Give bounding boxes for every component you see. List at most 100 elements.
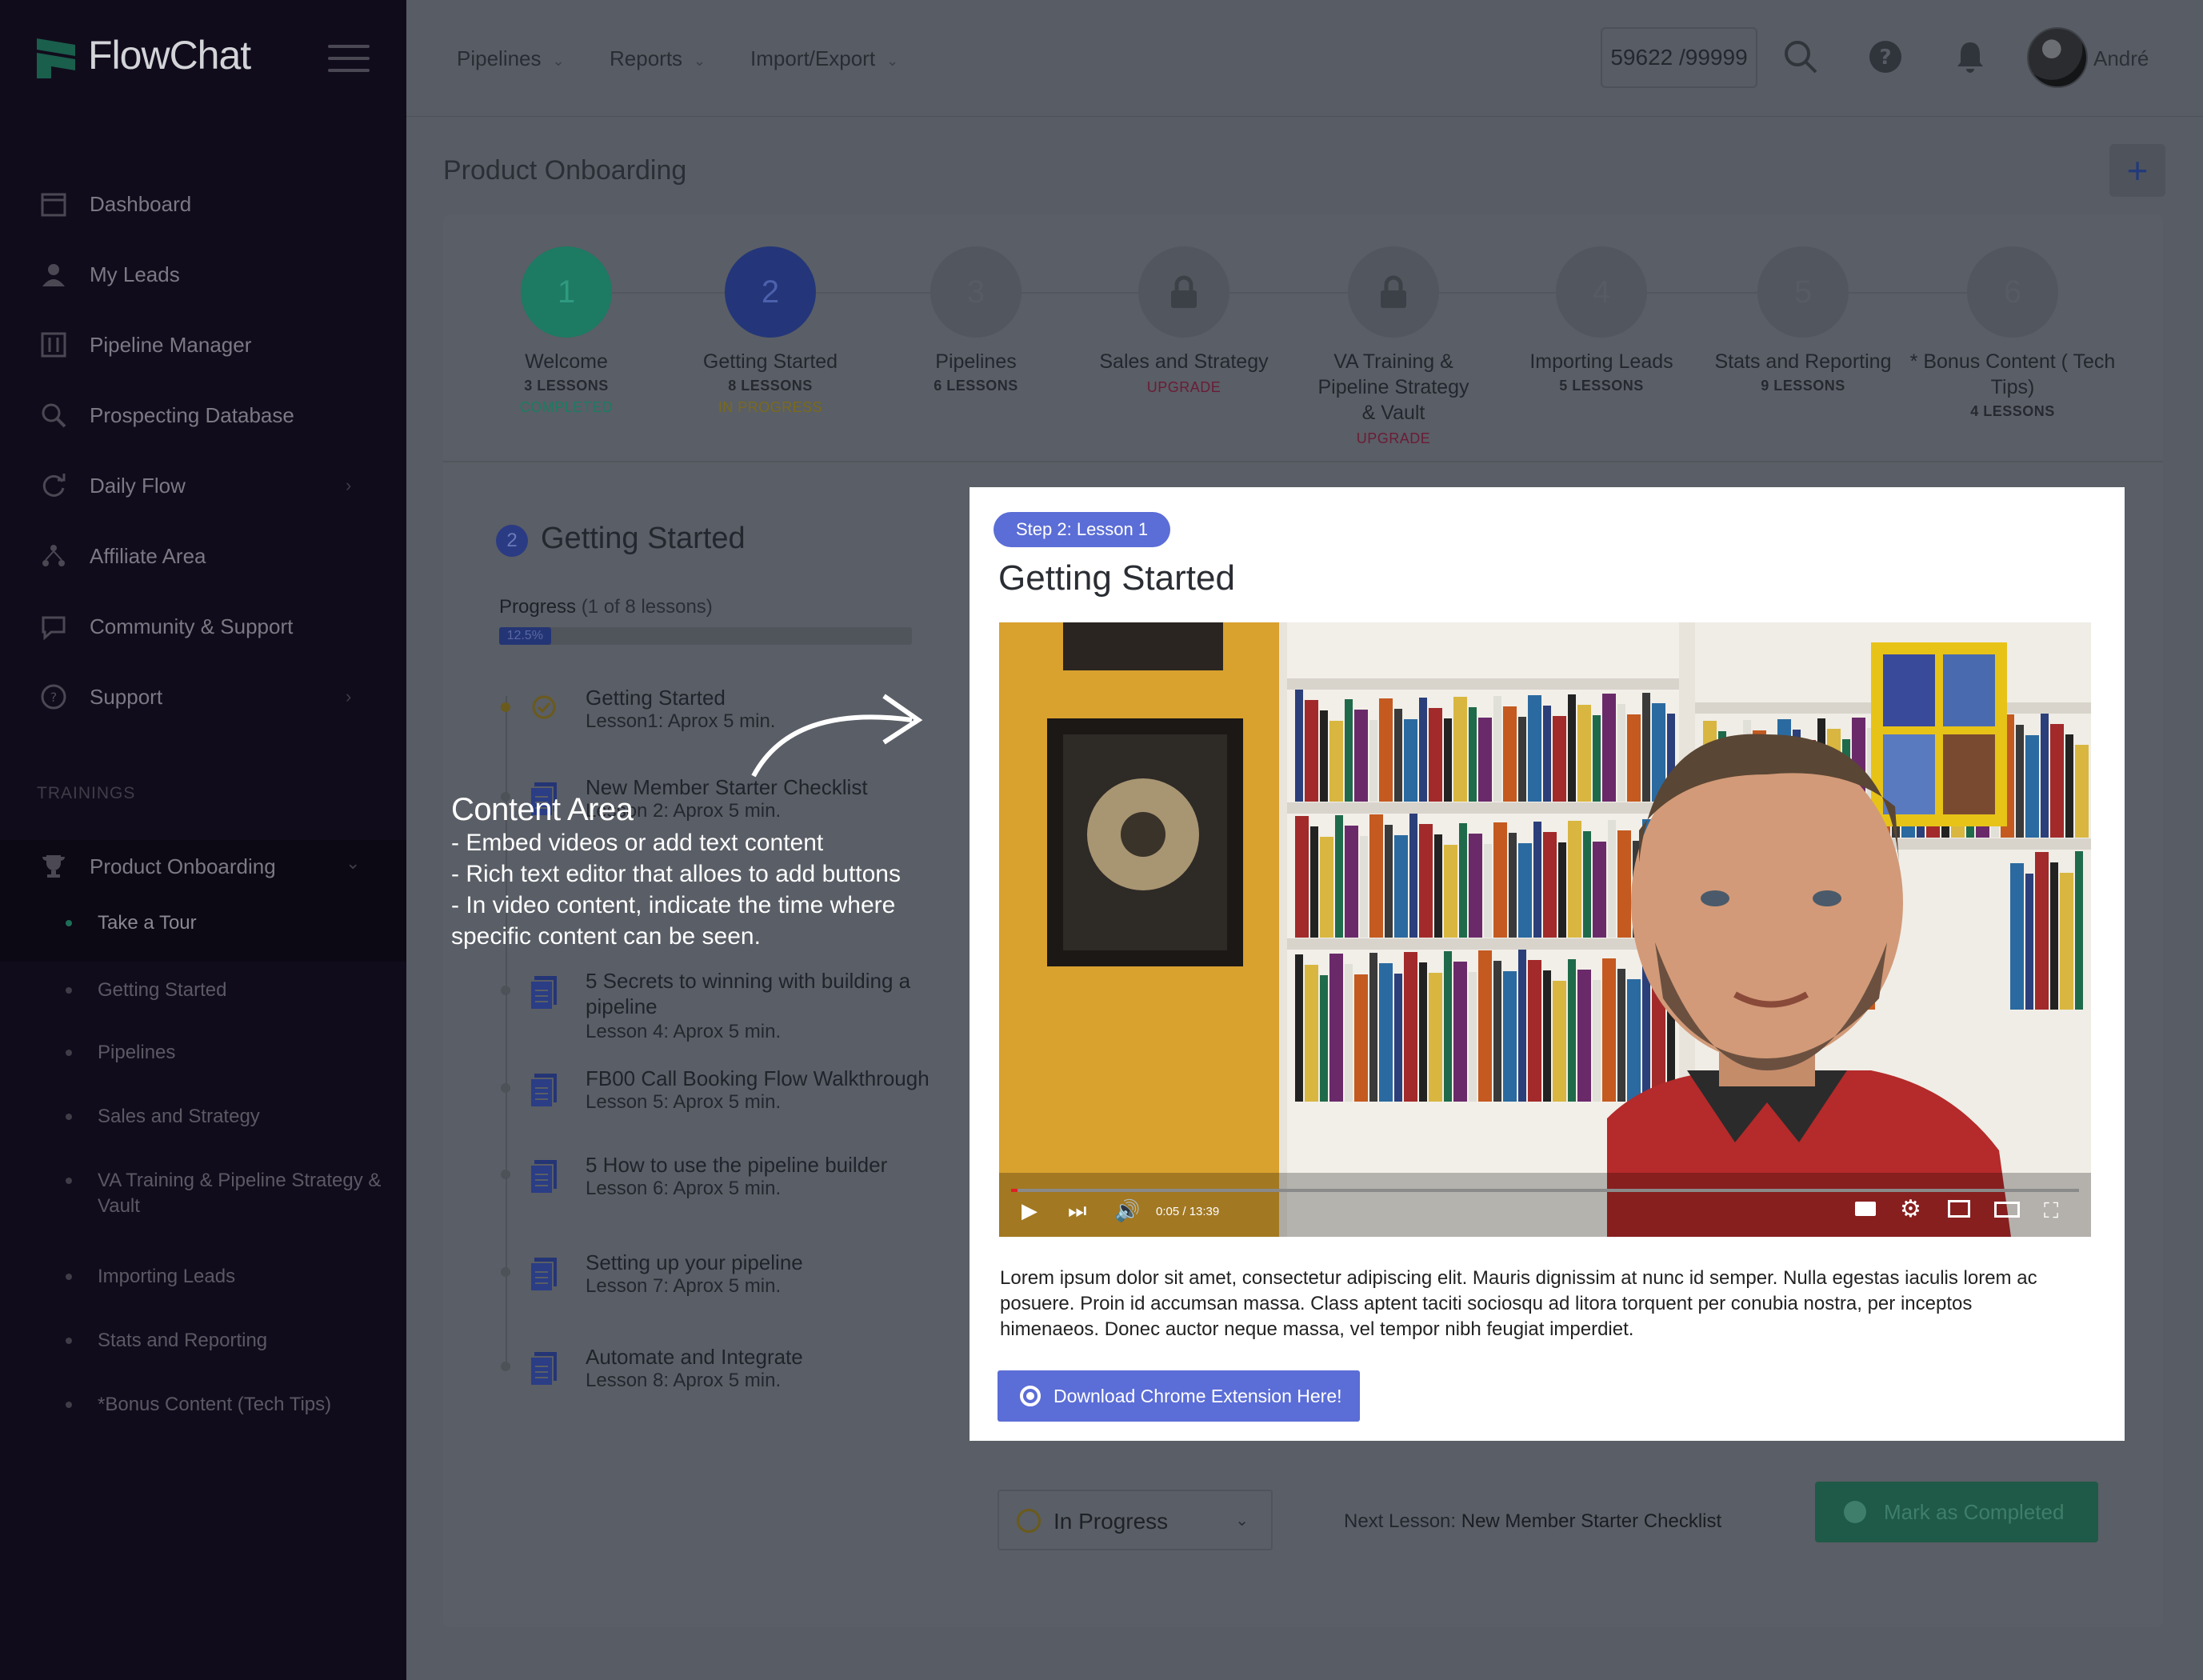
lesson-item[interactable]: 5 How to use the pipeline builder Lesson …	[528, 1152, 976, 1216]
lesson-status-select[interactable]: In Progress ⌄	[998, 1490, 1273, 1550]
sidebar-subitem[interactable]: Stats and Reporting	[0, 1328, 406, 1355]
button-label: Mark as Completed	[1884, 1499, 2065, 1524]
lesson-item[interactable]: 5 Secrets to winning with building a pip…	[528, 968, 976, 1042]
timeline-dot	[501, 1083, 510, 1093]
bell-icon[interactable]	[1952, 38, 1989, 75]
sidebar-item-dashboard[interactable]: Dashboard	[0, 179, 406, 227]
lesson-item[interactable]: FB00 Call Booking Flow Walkthrough Lesson…	[528, 1066, 976, 1130]
lesson-item[interactable]: Automate and Integrate Lesson 8: Aprox 5 …	[528, 1344, 976, 1408]
step-7[interactable]: 5 Stats and Reporting 9 LESSONS	[1699, 246, 1907, 394]
menu-import-export[interactable]: Import/Export ⌄	[750, 46, 898, 71]
sidebar-item-affiliate-area[interactable]: Affiliate Area	[0, 531, 406, 579]
play-icon[interactable]: ▶	[1022, 1198, 1038, 1223]
add-button[interactable]: +	[2109, 144, 2165, 197]
settings-icon[interactable]: ⚙	[1900, 1195, 1921, 1223]
sidebar-subitem[interactable]: Importing Leads	[0, 1264, 406, 1291]
next-label: Next Lesson:	[1344, 1510, 1457, 1532]
step-3[interactable]: 3 Pipelines 6 LESSONS	[872, 246, 1080, 394]
step-8[interactable]: 6 * Bonus Content ( Tech Tips) 4 LESSONS	[1909, 246, 2117, 420]
check-circle-icon	[1844, 1501, 1866, 1523]
step-status: UPGRADE	[1356, 430, 1431, 446]
search-icon[interactable]	[1782, 38, 1819, 75]
sidebar-item-daily-flow[interactable]: Daily Flow ›	[0, 461, 406, 509]
trainings-section-label: TRAININGS	[37, 784, 136, 802]
help-icon: ?	[40, 683, 67, 710]
download-extension-button[interactable]: Download Chrome Extension Here!	[998, 1370, 1360, 1422]
callout-line: - In video content, indicate the time wh…	[451, 892, 896, 950]
sidebar-subitem[interactable]: Getting Started	[0, 978, 406, 1005]
sidebar-subitem[interactable]: Pipelines	[0, 1040, 406, 1067]
document-icon	[528, 1158, 560, 1195]
app-logo-text[interactable]: FlowChat	[88, 32, 251, 78]
lesson-subtitle: Lesson 4: Aprox 5 min.	[586, 1021, 782, 1042]
captions-icon[interactable]	[1855, 1202, 1876, 1216]
step-lesson-count: 8 LESSONS	[728, 378, 813, 394]
step-4[interactable]: Sales and Strategy UPGRADE	[1080, 246, 1288, 396]
sidebar-subitem[interactable]: VA Training & Pipeline Strategy & Vault	[0, 1168, 406, 1219]
refresh-icon	[40, 472, 67, 499]
miniplayer-icon[interactable]	[1948, 1200, 1970, 1218]
sidebar-item-support[interactable]: ? Support ›	[0, 672, 406, 720]
callout-text: - Embed videos or add text content - Ric…	[451, 827, 963, 952]
progress-track	[499, 627, 912, 645]
step-name: Pipelines	[935, 350, 1017, 373]
chat-icon	[40, 613, 67, 641]
flowchat-logo-icon	[37, 38, 75, 78]
document-icon	[528, 1350, 560, 1387]
step-5[interactable]: VA Training & Pipeline Strategy & Vault U…	[1289, 246, 1497, 447]
sidebar-subitem[interactable]: Sales and Strategy	[0, 1104, 406, 1131]
sidebar-item-prospecting-database[interactable]: Prospecting Database	[0, 390, 406, 438]
sidebar-item-community-support[interactable]: Community & Support	[0, 602, 406, 650]
callout-line: - Rich text editor that alloes to add bu…	[451, 861, 901, 887]
user-name[interactable]: André	[2093, 46, 2149, 71]
bullet-icon	[66, 987, 72, 994]
lesson-title: Automate and Integrate	[586, 1345, 803, 1369]
chevron-right-icon: ›	[346, 475, 352, 495]
volume-icon[interactable]: 🔊	[1114, 1198, 1140, 1223]
next-lesson-link[interactable]: Next Lesson: New Member Starter Checklis…	[1344, 1510, 1721, 1533]
document-icon	[528, 974, 560, 1011]
sidebar-subitem-label: VA Training & Pipeline Strategy & Vault	[98, 1170, 382, 1217]
avatar[interactable]	[2027, 27, 2088, 88]
sidebar-subitem[interactable]: *Bonus Content (Tech Tips)	[0, 1392, 406, 1419]
next-icon[interactable]: ⏭	[1068, 1198, 1086, 1224]
step-lesson-count: 6 LESSONS	[934, 378, 1018, 394]
step-circle: 2	[725, 246, 816, 338]
theater-icon[interactable]	[1994, 1202, 2020, 1218]
step-6[interactable]: 4 Importing Leads 5 LESSONS	[1497, 246, 1705, 394]
step-lesson-count: 5 LESSONS	[1559, 378, 1644, 394]
lesson-subtitle: Lesson 5: Aprox 5 min.	[586, 1091, 782, 1113]
chevron-down-icon: ⌄	[1235, 1512, 1249, 1530]
button-label: Download Chrome Extension Here!	[1054, 1385, 1342, 1406]
sidebar-item-label: Prospecting Database	[90, 403, 294, 427]
menu-label: Pipelines	[457, 46, 542, 70]
lesson-title: 5 Secrets to winning with building a pip…	[586, 969, 911, 1018]
bullet-icon	[66, 1114, 72, 1120]
video-player[interactable]: ▶ ⏭ 🔊 0:05 / 13:39 ⚙ ⛶	[999, 622, 2091, 1237]
menu-toggle-icon[interactable]	[328, 45, 370, 75]
mark-completed-button[interactable]: Mark as Completed	[1815, 1482, 2098, 1542]
users-icon	[40, 261, 67, 288]
sidebar-item-label: Dashboard	[90, 192, 192, 216]
sidebar-subitem-label: Take a Tour	[98, 912, 197, 934]
step-circle: 1	[521, 246, 612, 338]
menu-pipelines[interactable]: Pipelines ⌄	[457, 46, 565, 71]
step-1[interactable]: 1 Welcome 3 LESSONS COMPLETED	[462, 246, 670, 416]
credits-counter: 59622 /99999	[1601, 27, 1757, 88]
sidebar-subitem[interactable]: Take a Tour	[0, 910, 406, 938]
step-circle: 6	[1967, 246, 2058, 338]
lesson-subtitle: Lesson 6: Aprox 5 min.	[586, 1178, 782, 1199]
fullscreen-icon[interactable]: ⛶	[2044, 1198, 2058, 1224]
status-value: In Progress	[1054, 1509, 1169, 1534]
sidebar-item-pipeline-manager[interactable]: Pipeline Manager	[0, 320, 406, 368]
sidebar-item-product-onboarding[interactable]: Product Onboarding ⌄	[0, 842, 406, 890]
lesson-title: FB00 Call Booking Flow Walkthrough	[586, 1066, 930, 1090]
step-name: Getting Started	[702, 350, 838, 373]
help-icon[interactable]: ?	[1867, 38, 1904, 75]
step-2[interactable]: 2 Getting Started 8 LESSONS IN PROGRESS	[666, 246, 874, 416]
menu-reports[interactable]: Reports ⌄	[610, 46, 706, 71]
step-name: Importing Leads	[1529, 350, 1673, 373]
progress-count: (1 of 8 lessons)	[581, 596, 713, 618]
lesson-item[interactable]: Setting up your pipeline Lesson 7: Aprox …	[528, 1250, 976, 1314]
sidebar-item-my-leads[interactable]: My Leads	[0, 250, 406, 298]
